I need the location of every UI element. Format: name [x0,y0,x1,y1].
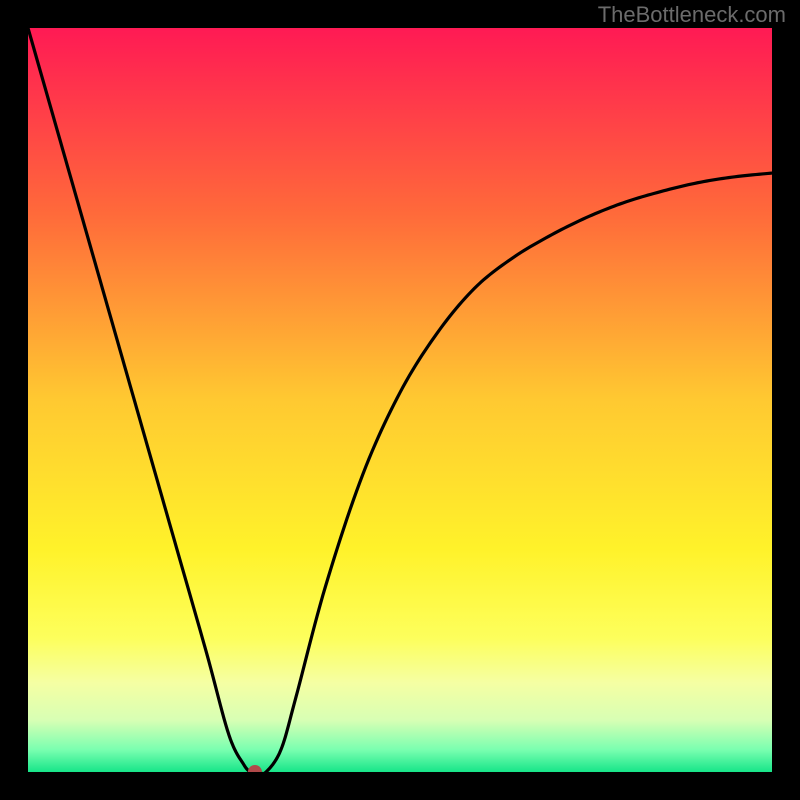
chart-svg [28,28,772,772]
chart-plot-area [28,28,772,772]
attribution-text: TheBottleneck.com [598,2,786,28]
chart-frame: TheBottleneck.com [0,0,800,800]
chart-gradient-background [28,28,772,772]
